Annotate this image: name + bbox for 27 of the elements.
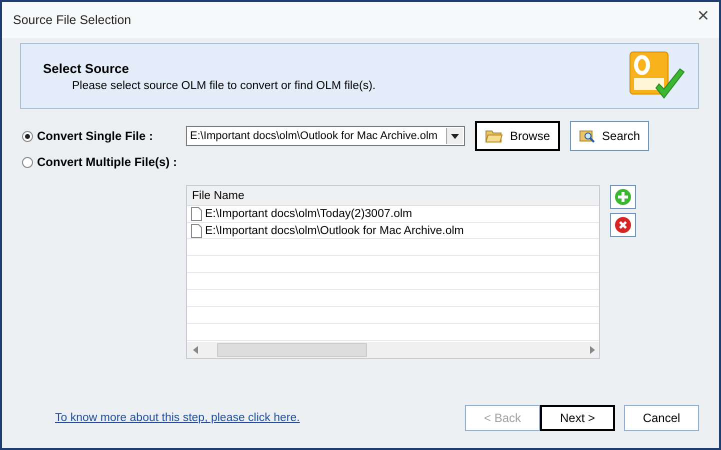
folder-icon — [485, 129, 503, 143]
horizontal-scrollbar[interactable] — [187, 342, 599, 358]
column-header[interactable]: File Name — [187, 186, 599, 206]
file-path[interactable]: E:\Important docs\olm\Today(2)3007.olm — [205, 208, 412, 220]
header-title: Select Source — [43, 60, 130, 76]
dialog-button[interactable]: Next > — [540, 405, 615, 431]
add-button[interactable] — [610, 185, 636, 209]
file-icon — [191, 207, 202, 222]
close-button[interactable]: × — [697, 6, 709, 26]
file-icon — [191, 224, 202, 238]
remove-icon — [614, 216, 632, 234]
file-path[interactable]: E:\Important docs\olm\Outlook for Mac Archive.olm — [205, 224, 464, 237]
help-link[interactable]: To know more about this step, please click here. — [55, 412, 300, 424]
file-path-dropdown[interactable]: E:\Important docs\olm\Outlook for Mac Archive.olm — [186, 126, 465, 146]
plus-icon — [614, 188, 632, 206]
remove-button[interactable] — [610, 213, 636, 237]
radio-button[interactable] — [22, 130, 33, 142]
search-icon — [579, 129, 596, 143]
header-description: Please select source OLM file to convert or find OLM file(s). — [71, 80, 376, 92]
search-button[interactable]: Search — [570, 121, 650, 151]
radio-option[interactable]: Convert Single File : — [22, 123, 186, 149]
window-title: Source File Selection — [13, 13, 132, 27]
dialog-button[interactable]: Cancel — [624, 405, 699, 431]
caret-icon — [451, 134, 459, 138]
radio-option[interactable]: Convert Multiple File(s) : — [22, 149, 186, 175]
radio-button[interactable] — [22, 156, 33, 168]
browse-button[interactable]: Browse — [475, 121, 560, 151]
